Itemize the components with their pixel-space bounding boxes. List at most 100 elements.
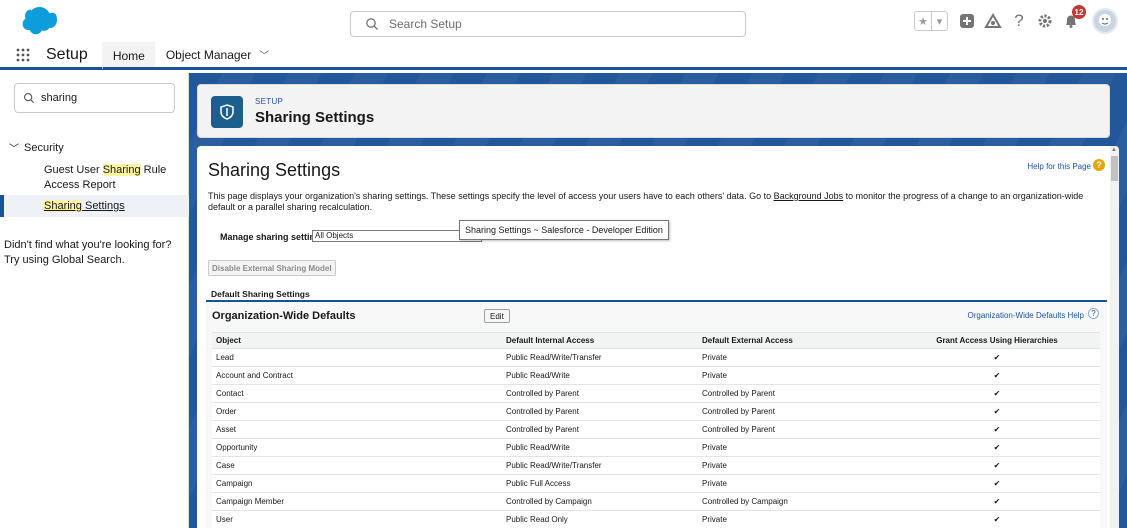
setup-gear-icon[interactable] (1034, 10, 1056, 32)
page-header-eyebrow: SETUP (255, 97, 284, 106)
help-icon[interactable]: ? (1008, 10, 1030, 32)
default-sharing-settings-heading: Default Sharing Settings (211, 289, 310, 299)
check-icon: ✔ (894, 384, 1100, 403)
cell-external-access: Private (698, 510, 894, 528)
cell-external-access: Controlled by Campaign (698, 492, 894, 511)
search-highlight: Sharing (44, 200, 82, 212)
search-setup-input[interactable]: Search Setup (350, 11, 746, 37)
scroll-up-arrow-icon[interactable]: ▲ (1111, 147, 1117, 153)
column-header-grant-access: Grant Access Using Hierarchies (894, 332, 1100, 349)
check-icon: ✔ (894, 492, 1100, 511)
cell-external-access: Controlled by Parent (698, 384, 894, 403)
cell-object: Account and Contract (212, 366, 502, 385)
cell-internal-access: Public Read/Write (502, 366, 698, 385)
table-row: Case Public Read/Write/Transfer Private ✔ (212, 456, 1100, 475)
search-highlight: Sharing (102, 164, 141, 176)
table-row: Lead Public Read/Write/Transfer Private ✔ (212, 348, 1100, 367)
background-jobs-link[interactable]: Background Jobs (774, 191, 844, 201)
sidebar-item-label-pre: Guest User (44, 164, 103, 176)
cell-object: Order (212, 402, 502, 421)
quick-find-input[interactable]: sharing (14, 83, 175, 113)
chevron-down-icon[interactable]: ﹀ (259, 47, 269, 62)
organization-wide-defaults-section: Organization-Wide Defaults Edit Organiza… (206, 300, 1107, 528)
favorites-star-icon[interactable]: ★ (915, 12, 931, 30)
search-icon (23, 92, 35, 104)
cell-external-access: Private (698, 474, 894, 493)
cell-internal-access: Controlled by Campaign (502, 492, 698, 511)
check-icon: ✔ (894, 456, 1100, 475)
search-placeholder: Search Setup (389, 17, 462, 31)
tab-home[interactable]: Home (101, 42, 155, 70)
browser-tooltip: Sharing Settings ~ Salesforce - Develope… (459, 220, 669, 240)
page-description: This page displays your organization's s… (208, 191, 1108, 213)
salesforce-logo-icon[interactable] (17, 5, 61, 37)
owd-table: Object Default Internal Access Default E… (212, 332, 1100, 528)
cell-object: Campaign Member (212, 492, 502, 511)
cell-object: Campaign (212, 474, 502, 493)
manage-sharing-select[interactable]: All Objects (312, 230, 482, 242)
owd-table-body: Lead Public Read/Write/Transfer Private ✔ Ac… (212, 348, 1100, 528)
global-header: Search Setup ★ ▾ ? 12 (0, 0, 1127, 42)
tree-section-label: Security (24, 141, 64, 154)
cell-object: User (212, 510, 502, 528)
sidebar-item-sharing-settings[interactable]: Sharing Settings (0, 195, 189, 217)
help-circle-icon[interactable]: ? (1088, 308, 1099, 319)
cell-object: Lead (212, 348, 502, 367)
shield-icon (211, 96, 243, 128)
chevron-down-icon: ﹀ (9, 144, 19, 155)
cell-internal-access: Controlled by Parent (502, 420, 698, 439)
owd-title: Organization-Wide Defaults (212, 310, 356, 322)
global-create-icon[interactable] (956, 10, 978, 32)
table-row: Campaign Member Controlled by Campaign Con… (212, 492, 1100, 511)
sidebar-item-guest-user-sharing-rule-access-report[interactable]: Guest User Sharing Rule Access Report (0, 163, 189, 193)
trailhead-icon[interactable] (982, 10, 1004, 32)
description-text: This page displays your organization's s… (208, 191, 774, 201)
page-header: SETUP Sharing Settings (197, 84, 1110, 138)
navigation-bar: Setup Home Object Manager ﹀ (0, 42, 1127, 70)
vertical-scrollbar[interactable]: ▲ (1110, 146, 1119, 528)
column-header-internal-access: Default Internal Access (502, 332, 698, 349)
content-panel: ▲ Sharing Settings Help for this Page ? … (197, 146, 1119, 528)
header-utility-icons: ★ ▾ ? 12 (914, 0, 1127, 42)
notification-count-badge: 12 (1072, 5, 1086, 19)
help-for-this-page-link[interactable]: Help for this Page (1027, 162, 1091, 171)
edit-button[interactable]: Edit (484, 309, 510, 323)
table-row: Contact Controlled by Parent Controlled by… (212, 384, 1100, 403)
check-icon: ✔ (894, 438, 1100, 457)
table-row: Opportunity Public Read/Write Private ✔ (212, 438, 1100, 457)
cell-internal-access: Public Read/Write (502, 438, 698, 457)
owd-help-link[interactable]: Organization-Wide Defaults Help (968, 311, 1085, 320)
table-row: Order Controlled by Parent Controlled by P… (212, 402, 1100, 421)
tree-section-security[interactable]: ﹀ Security (9, 140, 64, 156)
check-icon: ✔ (894, 402, 1100, 421)
setup-sidebar: sharing ﹀ Security Guest User Sharing Ru… (0, 73, 189, 528)
disable-external-sharing-model-button[interactable]: Disable External Sharing Model (208, 260, 336, 276)
help-circle-icon[interactable]: ? (1093, 159, 1105, 171)
quick-find-value: sharing (41, 92, 78, 104)
user-avatar[interactable] (1092, 8, 1118, 34)
page-header-title: Sharing Settings (255, 109, 375, 126)
notifications-bell-icon[interactable]: 12 (1060, 5, 1086, 32)
cell-internal-access: Controlled by Parent (502, 384, 698, 403)
cell-internal-access: Public Read/Write/Transfer (502, 348, 698, 367)
favorites-dropdown-icon[interactable]: ▾ (931, 12, 947, 30)
table-row: Asset Controlled by Parent Controlled by P… (212, 420, 1100, 439)
cell-internal-access: Public Full Access (502, 474, 698, 493)
check-icon: ✔ (894, 420, 1100, 439)
favorites-group: ★ ▾ (914, 11, 948, 31)
sidebar-item-label-post: Settings (81, 200, 125, 212)
table-row: Account and Contract Public Read/Write Pri… (212, 366, 1100, 385)
search-icon (366, 18, 378, 30)
tab-object-manager-label: Object Manager (165, 47, 252, 62)
tab-home-label: Home (112, 48, 145, 63)
table-row: User Public Read Only Private ✔ (212, 510, 1100, 528)
cell-internal-access: Controlled by Parent (502, 402, 698, 421)
scrollbar-thumb[interactable] (1111, 156, 1118, 181)
cell-external-access: Controlled by Parent (698, 402, 894, 421)
table-header-row: Object Default Internal Access Default E… (212, 332, 1100, 349)
cell-external-access: Controlled by Parent (698, 420, 894, 439)
check-icon: ✔ (894, 348, 1100, 367)
tab-object-manager[interactable]: Object Manager ﹀ (155, 42, 279, 67)
app-launcher-icon[interactable] (0, 42, 46, 67)
global-search-hint: Didn't find what you're looking for? Try… (4, 239, 172, 266)
